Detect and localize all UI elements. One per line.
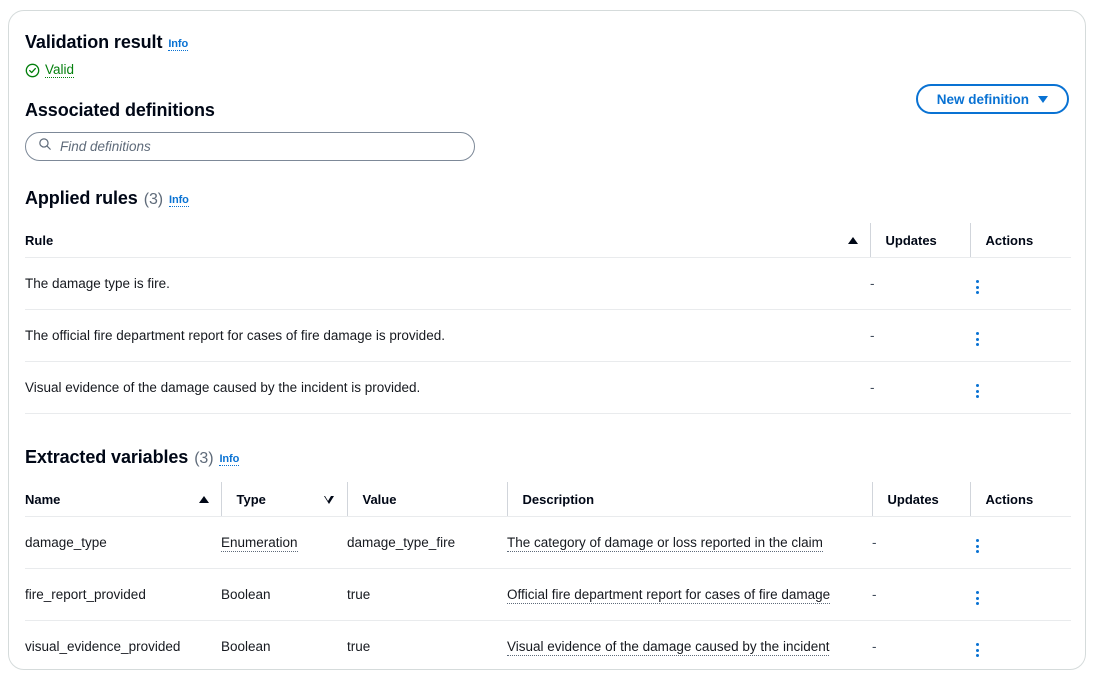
kebab-menu-icon[interactable] [970, 537, 985, 555]
updates-value: - [872, 587, 877, 602]
column-header-rule[interactable]: Rule [25, 223, 870, 258]
cell-actions [970, 621, 1071, 671]
cell-updates: - [872, 517, 970, 569]
validation-panel: Validation result Info Valid Associated … [8, 10, 1086, 670]
table-row: The damage type is fire. - [25, 258, 1071, 310]
column-header-rule-label: Rule [25, 233, 53, 248]
column-header-updates: Updates [870, 223, 970, 258]
cell-type: Boolean [221, 569, 347, 621]
table-header-row: Name Type Value Description Up [25, 482, 1071, 517]
updates-value: - [870, 276, 875, 291]
cell-updates: - [872, 569, 970, 621]
description-value[interactable]: The category of damage or loss reported … [507, 535, 823, 552]
description-value[interactable]: Official fire department report for case… [507, 587, 830, 604]
extracted-variables-heading: Extracted variables (3) Info [25, 446, 1069, 470]
cell-actions [970, 258, 1071, 310]
applied-rules-table: Rule Updates Actions The damage type is … [25, 223, 1071, 414]
applied-rules-count: (3) [144, 189, 163, 211]
extracted-variables-title: Extracted variables [25, 446, 188, 468]
cell-name: damage_type [25, 517, 221, 569]
table-row: visual_evidence_provided Boolean true Vi… [25, 621, 1071, 671]
kebab-menu-icon[interactable] [970, 330, 985, 348]
validation-status: Valid [25, 62, 1069, 78]
associated-definitions-heading: Associated definitions [25, 99, 1069, 121]
kebab-menu-icon[interactable] [970, 278, 985, 296]
table-row: fire_report_provided Boolean true Offici… [25, 569, 1071, 621]
updates-value: - [870, 380, 875, 395]
extracted-variables-table: Name Type Value Description Up [25, 482, 1071, 670]
extracted-variables-section: Extracted variables (3) Info Name [25, 446, 1069, 670]
validation-result-heading: Validation result Info [25, 31, 1069, 53]
cell-rule: The official fire department report for … [25, 310, 870, 362]
sort-descending-outline-icon [324, 496, 335, 504]
new-definition-label: New definition [937, 92, 1029, 107]
sort-ascending-icon [848, 237, 858, 244]
page-title: Validation result [25, 31, 162, 53]
column-header-name[interactable]: Name [25, 482, 221, 517]
extracted-variables-count: (3) [194, 448, 213, 470]
cell-updates: - [872, 621, 970, 671]
cell-actions [970, 310, 1071, 362]
associated-definitions-section: Associated definitions New definition [25, 99, 1069, 161]
table-row: damage_type Enumeration damage_type_fire… [25, 517, 1071, 569]
applied-rules-info-link[interactable]: Info [169, 194, 189, 207]
sort-ascending-icon [199, 496, 209, 503]
find-definitions-search[interactable] [25, 132, 475, 161]
kebab-menu-icon[interactable] [970, 589, 985, 607]
cell-type: Enumeration [221, 517, 347, 569]
validation-result-section: Validation result Info Valid [25, 31, 1069, 78]
cell-type: Boolean [221, 621, 347, 671]
column-header-actions: Actions [970, 223, 1071, 258]
table-header-row: Rule Updates Actions [25, 223, 1071, 258]
search-input[interactable] [60, 139, 462, 154]
cell-actions [970, 517, 1071, 569]
type-value[interactable]: Enumeration [221, 535, 298, 552]
column-header-actions: Actions [970, 482, 1071, 517]
cell-name: fire_report_provided [25, 569, 221, 621]
column-header-name-label: Name [25, 492, 60, 507]
cell-updates: - [870, 310, 970, 362]
kebab-menu-icon[interactable] [970, 382, 985, 400]
applied-rules-heading: Applied rules (3) Info [25, 187, 1069, 211]
updates-value: - [870, 328, 875, 343]
kebab-menu-icon[interactable] [970, 641, 985, 659]
cell-value: true [347, 569, 507, 621]
new-definition-button[interactable]: New definition [916, 84, 1069, 114]
cell-actions [970, 569, 1071, 621]
applied-rules-section: Applied rules (3) Info Rule [25, 187, 1069, 414]
cell-updates: - [870, 362, 970, 414]
cell-name: visual_evidence_provided [25, 621, 221, 671]
cell-description: The category of damage or loss reported … [507, 517, 872, 569]
extracted-variables-info-link[interactable]: Info [219, 453, 239, 466]
cell-value: true [347, 621, 507, 671]
cell-rule: Visual evidence of the damage caused by … [25, 362, 870, 414]
updates-value: - [872, 535, 877, 550]
table-row: The official fire department report for … [25, 310, 1071, 362]
column-header-description: Description [507, 482, 872, 517]
cell-rule: The damage type is fire. [25, 258, 870, 310]
validation-info-link[interactable]: Info [168, 38, 188, 51]
column-header-value: Value [347, 482, 507, 517]
cell-value: damage_type_fire [347, 517, 507, 569]
applied-rules-title: Applied rules [25, 187, 138, 209]
cell-updates: - [870, 258, 970, 310]
column-header-updates: Updates [872, 482, 970, 517]
search-icon [38, 137, 52, 156]
updates-value: - [872, 639, 877, 654]
cell-description: Official fire department report for case… [507, 569, 872, 621]
description-value[interactable]: Visual evidence of the damage caused by … [507, 639, 829, 656]
cell-description: Visual evidence of the damage caused by … [507, 621, 872, 671]
cell-actions [970, 362, 1071, 414]
associated-definitions-title: Associated definitions [25, 99, 215, 121]
check-circle-icon [25, 63, 40, 78]
column-header-type-label: Type [237, 492, 266, 507]
column-header-type[interactable]: Type [221, 482, 347, 517]
table-row: Visual evidence of the damage caused by … [25, 362, 1071, 414]
chevron-down-icon [1038, 96, 1048, 103]
status-badge[interactable]: Valid [45, 62, 74, 78]
